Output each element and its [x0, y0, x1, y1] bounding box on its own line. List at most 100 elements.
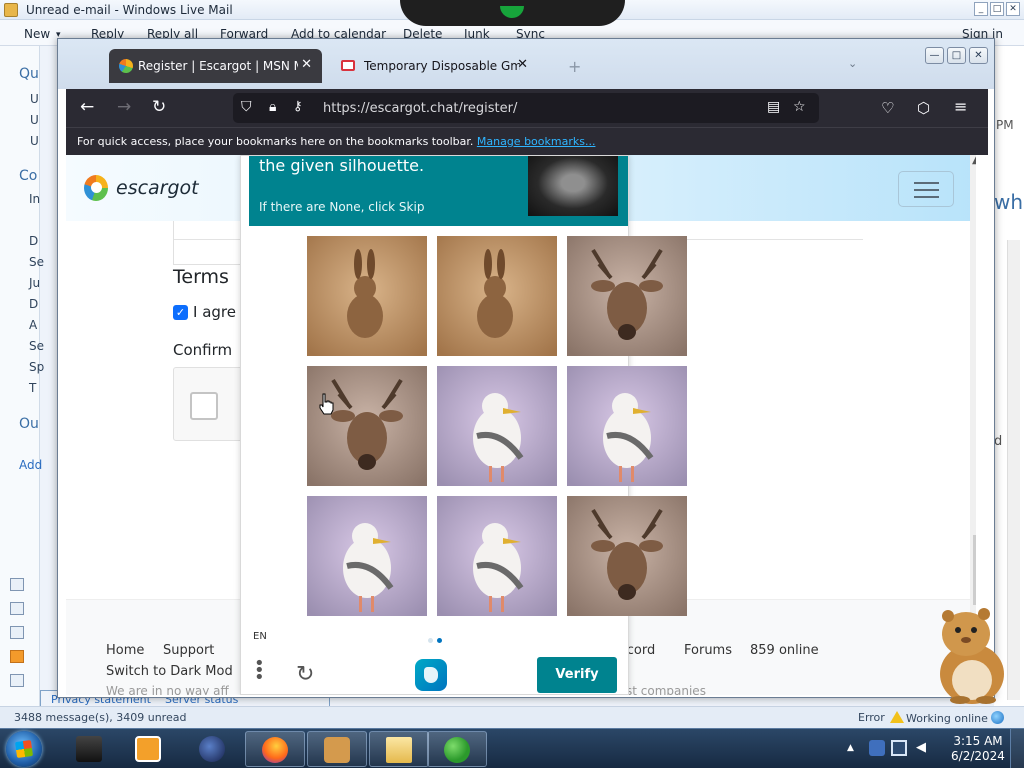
close-icon[interactable]: ✕	[969, 47, 988, 64]
manage-bookmarks-link[interactable]: Manage bookmarks...	[477, 135, 596, 148]
close-icon[interactable]: ✕	[1006, 2, 1020, 16]
bookmark-star-icon[interactable]: ☆	[793, 99, 806, 115]
network-icon[interactable]	[891, 740, 907, 756]
hcaptcha-checkbox[interactable]	[190, 392, 218, 420]
newsgroups-icon[interactable]	[10, 674, 24, 687]
folder-item[interactable]: Se	[29, 339, 44, 353]
start-button[interactable]	[6, 731, 42, 767]
taskbar-app-messenger[interactable]	[427, 731, 487, 767]
back-arrow-icon[interactable]: ←	[80, 97, 94, 117]
taskbar-app-globe[interactable]	[183, 731, 243, 767]
folder-item[interactable]: U	[30, 113, 39, 127]
media-player-icon	[135, 736, 161, 762]
scroll-up-icon[interactable]: ▲	[972, 155, 976, 166]
quick-views-header[interactable]: Qu	[19, 66, 39, 82]
new-tab-icon[interactable]: +	[568, 57, 581, 76]
taskbar-app-hamster[interactable]	[307, 731, 367, 767]
tab-temp-gmail[interactable]: Temporary Disposable Gmail | Temp Gmail …	[335, 49, 545, 83]
challenge-image-deer[interactable]	[567, 496, 687, 616]
close-tab-icon[interactable]: ✕	[517, 57, 528, 72]
folder-item[interactable]: A	[29, 318, 37, 332]
error-label: Error	[858, 711, 885, 724]
maximize-icon[interactable]: □	[990, 2, 1004, 16]
footer-forums-link[interactable]: Forums	[684, 643, 732, 658]
folder-item[interactable]: U	[30, 134, 39, 148]
scrollbar-thumb[interactable]	[973, 535, 976, 605]
contacts-icon[interactable]	[10, 626, 24, 639]
agree-checkbox[interactable]: ✓	[173, 305, 188, 320]
refresh-icon[interactable]: ↻	[296, 662, 314, 687]
folder-item[interactable]: U	[30, 92, 39, 106]
hamburger-menu-button[interactable]	[898, 171, 954, 207]
url-text[interactable]: https://escargot.chat/register/	[323, 101, 517, 116]
lock-icon[interactable]: 🔒︎	[269, 99, 276, 115]
verify-button[interactable]: Verify	[537, 657, 617, 693]
page-dot[interactable]	[437, 638, 442, 643]
calendar-icon[interactable]	[10, 602, 24, 615]
form-field-edge[interactable]	[173, 221, 243, 265]
list-all-tabs-icon[interactable]: ⌄	[848, 57, 857, 70]
challenge-image-svg	[567, 236, 687, 356]
hcaptcha-logo-icon[interactable]	[415, 659, 447, 691]
address-bar[interactable]: ⛉ 🔒︎ ⚷ https://escargot.chat/register/ ▤…	[233, 93, 819, 123]
menu-dots-icon[interactable]: • • •	[254, 655, 265, 687]
page-dot[interactable]	[428, 638, 433, 643]
dark-mode-toggle[interactable]: Switch to Dark Mod	[106, 664, 233, 679]
escargot-favicon-icon	[119, 59, 133, 73]
security-shield-icon[interactable]	[869, 740, 885, 756]
feeds-icon[interactable]	[10, 650, 24, 663]
shield-icon[interactable]: ⛉	[241, 99, 252, 115]
close-tab-icon[interactable]: ✕	[301, 57, 312, 72]
challenge-image-rabbit[interactable]	[307, 236, 427, 356]
challenge-image-seagull[interactable]	[307, 496, 427, 616]
minimize-icon[interactable]: _	[974, 2, 988, 16]
speaker-icon[interactable]: ◀	[913, 740, 929, 756]
key-icon[interactable]: ⚷	[293, 99, 303, 114]
forward-arrow-icon[interactable]: →	[117, 97, 131, 117]
reload-icon[interactable]: ↻	[152, 97, 166, 117]
taskbar-app-firefox[interactable]	[245, 731, 305, 767]
footer-home-link[interactable]: Home	[106, 643, 144, 658]
reader-view-icon[interactable]: ▤	[767, 99, 780, 115]
account-header[interactable]: Co	[19, 168, 37, 184]
tab-register-escargot[interactable]: Register | Escargot | MSN Messenger ✕	[109, 49, 322, 83]
challenge-image-seagull[interactable]	[437, 366, 557, 486]
challenge-image-seagull[interactable]	[437, 496, 557, 616]
maximize-icon[interactable]: □	[947, 47, 966, 64]
new-button[interactable]: New	[24, 27, 50, 41]
taskbar-app-media-player[interactable]	[119, 731, 179, 767]
challenge-image-svg	[437, 496, 557, 616]
add-account-link[interactable]: Add	[19, 458, 42, 472]
clock-date: 6/2/2024	[951, 749, 1005, 763]
menu-icon[interactable]: ≡	[954, 97, 967, 116]
challenge-image-rabbit[interactable]	[437, 236, 557, 356]
outbox-header[interactable]: Ou	[19, 416, 39, 432]
challenge-image-deer[interactable]	[307, 366, 427, 486]
extensions-icon[interactable]: ⬡	[917, 99, 930, 117]
show-desktop-button[interactable]	[1010, 729, 1024, 768]
folder-item[interactable]: D	[29, 297, 38, 311]
mail-icon[interactable]	[10, 578, 24, 591]
agree-label[interactable]: I agre	[193, 303, 236, 321]
taskbar-app-terminal[interactable]	[60, 731, 120, 767]
pocket-icon[interactable]: ♡	[881, 99, 894, 117]
minimize-icon[interactable]: —	[925, 47, 944, 64]
system-clock[interactable]: 3:15 AM 6/2/2024	[948, 734, 1008, 764]
escargot-logo-icon[interactable]	[84, 175, 108, 201]
folder-item[interactable]: In	[29, 192, 40, 206]
folder-item[interactable]: Se	[29, 255, 44, 269]
folder-item[interactable]: T	[29, 381, 36, 395]
footer-disclaimer-left: We are in no way aff	[106, 684, 229, 695]
challenge-image-deer[interactable]	[567, 236, 687, 356]
taskbar-app-mail[interactable]	[369, 731, 429, 767]
challenge-image-seagull[interactable]	[567, 366, 687, 486]
folder-item[interactable]: Ju	[29, 276, 40, 290]
language-selector[interactable]: EN	[253, 631, 267, 642]
folder-item[interactable]: Sp	[29, 360, 44, 374]
site-logo-text[interactable]: escargot	[116, 177, 199, 199]
footer-support-link[interactable]: Support	[163, 643, 214, 658]
show-hidden-icons-icon[interactable]: ▲	[847, 743, 854, 753]
folder-item[interactable]: D	[29, 234, 38, 248]
leaf-icon	[500, 6, 524, 18]
error-status[interactable]: Error	[858, 711, 906, 724]
